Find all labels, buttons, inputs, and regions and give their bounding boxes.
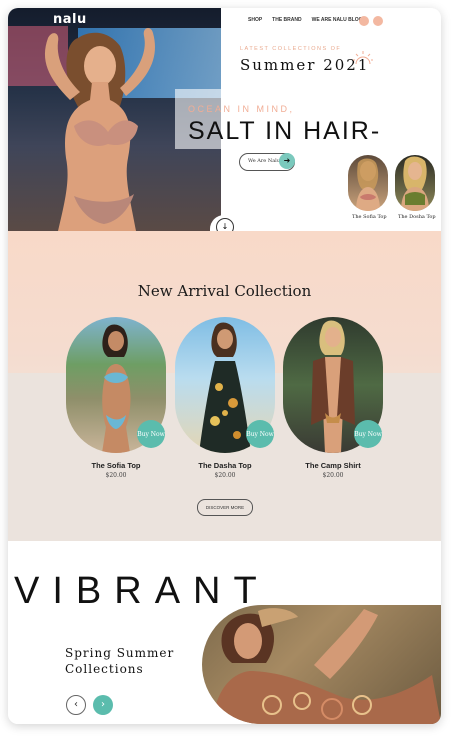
nav-item-shop[interactable]: SHOP [248, 17, 262, 23]
thumb-dosha-top[interactable] [395, 155, 435, 211]
new-arrivals-title: New Arrival Collection [137, 282, 312, 300]
product-price-dasha: $20.00 [214, 472, 236, 479]
page-frame: nalu SHOP THE BRAND WE ARE NALU BLOG LAT… [8, 8, 441, 724]
vibrant-image [202, 605, 441, 724]
vibrant-section: VIBRANT Spring Summer Collections ‹ › [8, 541, 441, 724]
arrow-right-icon: ➜ [279, 153, 295, 169]
product-name-camp-shirt[interactable]: The Camp Shirt [283, 461, 383, 470]
product-name-dasha[interactable]: The Dasha Top [175, 461, 275, 470]
subtitle-line-1: Spring Summer [65, 646, 175, 660]
nav-item-blog[interactable]: WE ARE NALU BLOG [312, 17, 363, 23]
main-nav: SHOP THE BRAND WE ARE NALU BLOG [248, 17, 363, 23]
product-price-sofia: $20.00 [105, 472, 127, 479]
tagline-main: SALT IN HAIR- [188, 117, 382, 145]
buy-now-button-sofia[interactable]: Buy Now [137, 420, 165, 448]
buy-now-button-camp-shirt[interactable]: Buy Now [354, 420, 382, 448]
nav-item-the-brand[interactable]: THE BRAND [272, 17, 301, 23]
collections-subtitle: Spring Summer Collections [65, 645, 174, 677]
thumb-dosha-label: The Dosha Top [398, 214, 436, 220]
thumb-sofia-image [356, 158, 380, 211]
vibrant-title: VIBRANT [14, 570, 270, 612]
product-name-sofia[interactable]: The Sofia Top [66, 461, 166, 470]
product-price-camp-shirt: $20.00 [322, 472, 344, 479]
search-icon[interactable] [359, 16, 369, 26]
brand-logo[interactable]: nalu [53, 12, 87, 27]
subtitle-line-2: Collections [65, 662, 144, 676]
new-arrivals-section: New Arrival Collection Buy Now The Sofia… [8, 231, 441, 541]
cart-icon[interactable] [373, 16, 383, 26]
tagline-top: OCEAN IN MIND, [188, 104, 295, 114]
chevron-left-icon[interactable]: ‹ [66, 695, 86, 715]
thumb-sofia-top[interactable] [348, 155, 388, 211]
latest-collections-label: LATEST COLLECTIONS OF [240, 46, 342, 52]
discover-more-button[interactable]: DISCOVER MORE [197, 499, 253, 516]
thumb-sofia-label: The Sofia Top [352, 214, 387, 220]
sun-icon [353, 51, 373, 65]
buy-now-button-dasha[interactable]: Buy Now [246, 420, 274, 448]
hero-section: nalu SHOP THE BRAND WE ARE NALU BLOG LAT… [8, 8, 441, 250]
we-are-nalu-button[interactable]: We Are Nalu ➜ [239, 153, 295, 171]
thumb-dosha-image [401, 156, 429, 211]
season-title: Summer 2021 [240, 56, 370, 74]
nav-actions [359, 16, 383, 26]
we-are-nalu-label: We Are Nalu [248, 158, 281, 164]
chevron-right-icon[interactable]: › [93, 695, 113, 715]
vibrant-model-figure [212, 608, 441, 724]
